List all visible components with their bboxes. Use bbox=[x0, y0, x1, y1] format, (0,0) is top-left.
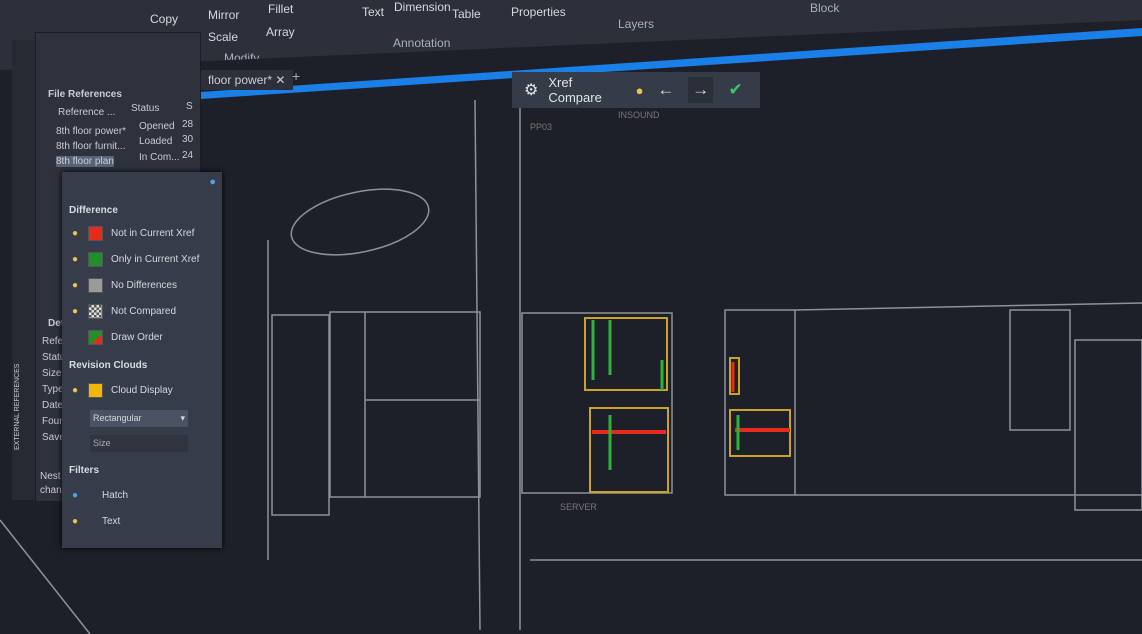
confirm-compare-button[interactable]: ✔ bbox=[723, 77, 748, 103]
tab-floor-power[interactable]: floor power* ✕ bbox=[200, 70, 293, 90]
cloud-display-label: Cloud Display bbox=[111, 385, 173, 396]
color-swatch[interactable] bbox=[88, 278, 103, 293]
hatch-filter-icon[interactable]: ● bbox=[70, 490, 80, 501]
plan-label-pp03: PP03 bbox=[530, 122, 552, 132]
lightbulb-icon[interactable]: ● bbox=[70, 254, 80, 265]
filter-label: Hatch bbox=[102, 490, 128, 501]
revision-clouds-header: Revision Clouds bbox=[69, 360, 147, 371]
file-references-title: File References bbox=[48, 89, 122, 100]
column-size[interactable]: S bbox=[186, 101, 193, 112]
plan-label-insound: INSOUND bbox=[618, 110, 660, 120]
legend-no-differences[interactable]: ● No Differences bbox=[70, 278, 177, 293]
cloud-display-row[interactable]: ● Cloud Display bbox=[70, 383, 173, 398]
ref-size: 24 bbox=[182, 150, 193, 161]
column-status[interactable]: Status bbox=[131, 103, 159, 114]
legend-label: No Differences bbox=[111, 280, 177, 291]
color-swatch[interactable] bbox=[88, 226, 103, 241]
footer-text: Nest bbox=[40, 471, 61, 482]
xref-compare-title: Xref Compare bbox=[548, 75, 625, 105]
pin-icon[interactable]: ● bbox=[209, 176, 216, 188]
legend-not-in-current[interactable]: ● Not in Current Xref bbox=[70, 226, 194, 241]
column-reference[interactable]: Reference ... bbox=[58, 107, 115, 118]
ref-size: 30 bbox=[182, 134, 193, 145]
gear-icon[interactable]: ⚙ bbox=[524, 80, 538, 100]
legend-label: Draw Order bbox=[111, 332, 163, 343]
filter-text[interactable]: ● Text bbox=[70, 516, 120, 527]
stair-room bbox=[272, 315, 329, 515]
difference-header: Difference bbox=[69, 205, 118, 216]
detail-label: Date bbox=[42, 400, 63, 411]
new-tab-button[interactable]: + bbox=[292, 68, 300, 84]
previous-change-button[interactable]: ← bbox=[654, 77, 679, 103]
palette-side-bar: EXTERNAL REFERENCES bbox=[12, 40, 36, 500]
ref-status: In Com... bbox=[139, 152, 180, 163]
cloud-size-input[interactable]: Size bbox=[90, 435, 188, 452]
ref-status: Opened bbox=[139, 121, 175, 132]
lightbulb-icon[interactable]: ● bbox=[636, 83, 644, 98]
plan-label-server: SERVER bbox=[560, 502, 597, 512]
compare-highlights bbox=[585, 318, 790, 492]
color-swatch[interactable] bbox=[88, 383, 103, 398]
lightbulb-icon[interactable]: ● bbox=[70, 385, 80, 396]
legend-only-in-current[interactable]: ● Only in Current Xref bbox=[70, 252, 199, 267]
footer-text: chan bbox=[40, 485, 62, 496]
detail-label: Size bbox=[42, 368, 61, 379]
legend-label: Not Compared bbox=[111, 306, 176, 317]
detail-label: Type bbox=[42, 384, 64, 395]
color-swatch[interactable] bbox=[88, 252, 103, 267]
side-label: EXTERNAL REFERENCES bbox=[14, 364, 21, 450]
compare-settings-panel: ● Difference ● Not in Current Xref ● Only … bbox=[62, 172, 222, 548]
filter-label: Text bbox=[102, 516, 120, 527]
filters-header: Filters bbox=[69, 465, 99, 476]
ref-size: 28 bbox=[182, 119, 193, 130]
ref-status: Loaded bbox=[139, 136, 172, 147]
chevron-down-icon: ▾ bbox=[180, 413, 185, 424]
legend-not-compared[interactable]: ● Not Compared bbox=[70, 304, 176, 319]
text-filter-icon[interactable]: ● bbox=[70, 516, 80, 527]
ref-name[interactable]: 8th floor furnit... bbox=[56, 141, 125, 152]
detail-label: Refe bbox=[42, 336, 63, 347]
hatched-ellipse bbox=[285, 178, 434, 266]
lightbulb-icon[interactable]: ● bbox=[70, 306, 80, 317]
legend-draw-order[interactable]: Draw Order bbox=[70, 330, 163, 345]
xref-compare-toolbar: ⚙ Xref Compare ● ← → ✔ bbox=[512, 72, 760, 108]
ref-name-selected[interactable]: 8th floor plan bbox=[56, 156, 114, 167]
next-change-button[interactable]: → bbox=[688, 77, 713, 103]
draw-order-icon[interactable] bbox=[88, 330, 103, 345]
cloud-shape-select[interactable]: Rectangular ▾ bbox=[90, 410, 188, 427]
select-value: Rectangular bbox=[93, 413, 142, 423]
close-tab-icon[interactable]: ✕ bbox=[275, 73, 285, 87]
lightbulb-icon[interactable]: ● bbox=[70, 228, 80, 239]
legend-label: Only in Current Xref bbox=[111, 254, 199, 265]
filter-hatch[interactable]: ● Hatch bbox=[70, 490, 128, 501]
ref-name[interactable]: 8th floor power* bbox=[56, 126, 126, 137]
legend-label: Not in Current Xref bbox=[111, 228, 194, 239]
lightbulb-icon[interactable]: ● bbox=[70, 280, 80, 291]
tab-label: floor power* bbox=[208, 73, 272, 87]
checker-swatch[interactable] bbox=[88, 304, 103, 319]
